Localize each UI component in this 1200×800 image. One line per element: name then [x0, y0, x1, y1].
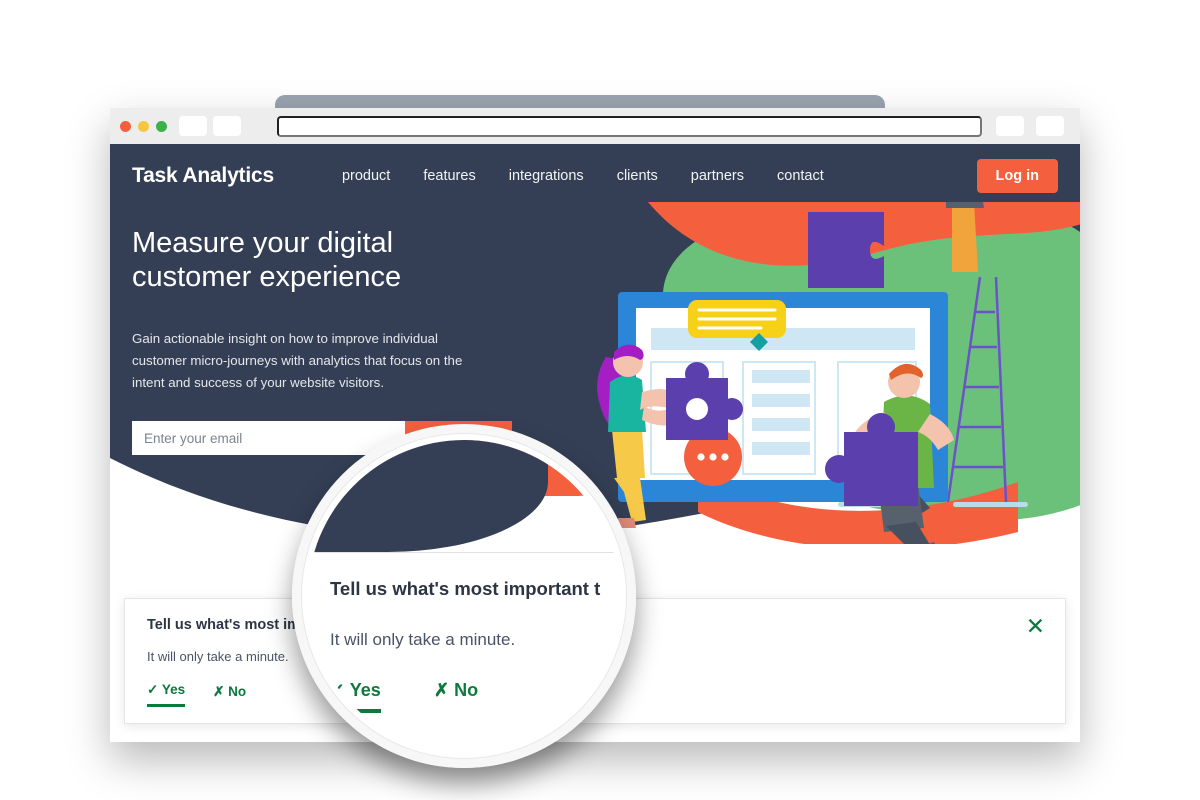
magnified-survey-title: Tell us what's most important t	[330, 578, 601, 599]
survey-no-button[interactable]: ✗ No	[213, 682, 246, 707]
screenshot-root: Task Analytics product features integrat…	[0, 0, 1200, 800]
hero-subcopy: Gain actionable insight on how to improv…	[132, 331, 463, 390]
chrome-right-buttons	[996, 116, 1070, 136]
nav-item-integrations[interactable]: integrations	[509, 168, 584, 184]
forward-button[interactable]	[213, 116, 241, 136]
nav-item-features[interactable]: features	[423, 168, 475, 184]
magnified-content: Tell us what's most important t It will …	[308, 440, 620, 752]
share-button[interactable]	[996, 116, 1024, 136]
url-input[interactable]	[277, 115, 982, 137]
browser-chrome	[110, 108, 1080, 144]
hero-headline: Measure your digital customer experience	[132, 227, 402, 294]
site-logo[interactable]: Task Analytics	[132, 164, 274, 188]
hero-body: Measure your digital customer experience…	[110, 208, 1080, 456]
magnifier-viewport: Tell us what's most important t It will …	[308, 440, 620, 752]
nav-links: product features integrations clients pa…	[342, 168, 824, 184]
login-button[interactable]: Log in	[976, 159, 1058, 193]
survey-yes-button[interactable]: ✓ Yes	[147, 682, 186, 707]
nav-item-clients[interactable]: clients	[617, 168, 658, 184]
back-button[interactable]	[179, 116, 207, 136]
close-icon[interactable]: ✕	[1026, 615, 1045, 638]
tabs-button[interactable]	[1036, 116, 1064, 136]
window-controls	[120, 120, 167, 132]
minimize-window-icon[interactable]	[138, 120, 149, 132]
hero-copy: Measure your digital customer experience…	[110, 208, 540, 456]
magnified-yes-button[interactable]: ✓ Yes	[330, 680, 381, 713]
nav-item-product[interactable]: product	[342, 168, 390, 184]
magnified-hero-bg	[308, 440, 548, 552]
magnified-no-button[interactable]: ✗ No	[434, 680, 478, 701]
magnified-divider	[308, 552, 620, 553]
site-navbar: Task Analytics product features integrat…	[110, 144, 1080, 208]
magnified-survey-subtitle: It will only take a minute.	[330, 630, 516, 649]
close-window-icon[interactable]	[120, 120, 131, 132]
nav-item-partners[interactable]: partners	[691, 168, 744, 184]
nav-item-contact[interactable]: contact	[777, 168, 824, 184]
magnifier-lens[interactable]: Tell us what's most important t It will …	[292, 424, 636, 768]
maximize-window-icon[interactable]	[156, 120, 167, 132]
